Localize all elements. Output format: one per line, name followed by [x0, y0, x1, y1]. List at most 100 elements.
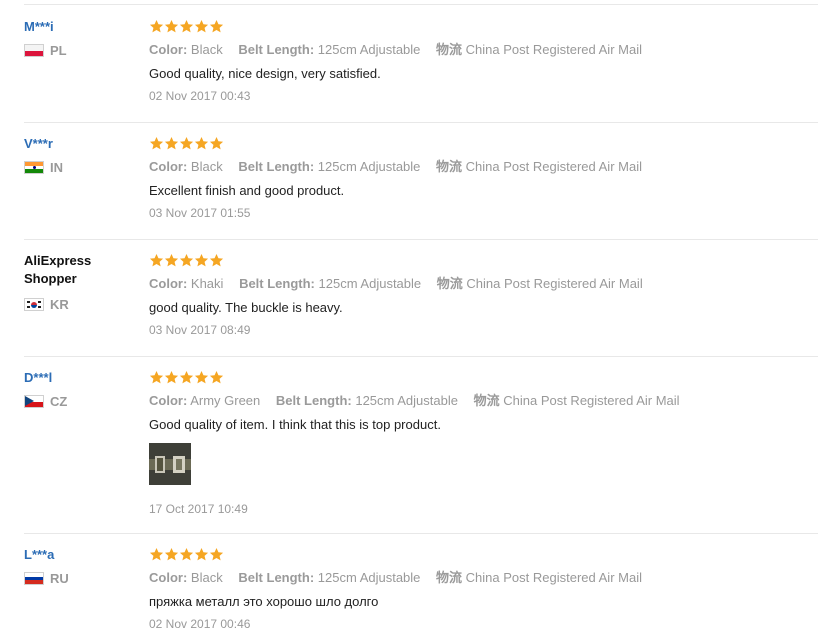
belt-length-value: 125cm Adjustable — [317, 570, 421, 585]
country-code: CZ — [50, 394, 68, 409]
color-value: Black — [190, 159, 223, 174]
flag-kr-icon — [24, 298, 44, 311]
reviewer-country: IN — [24, 160, 134, 175]
color-label: Color: — [149, 42, 188, 57]
order-info: Color: Black Belt Length: 125cm Adjustab… — [149, 158, 809, 175]
star-icon — [179, 19, 194, 33]
star-icon — [179, 547, 194, 561]
belt-length-value: 125cm Adjustable — [318, 276, 422, 291]
review-date: 17 Oct 2017 10:49 — [149, 502, 248, 516]
order-info: Color: Khaki Belt Length: 125cm Adjustab… — [149, 275, 809, 292]
belt-length-label: Belt Length: — [238, 570, 315, 585]
review-text: пряжка металл это хорошо шло долго — [149, 594, 379, 609]
reviewer-country: RU — [24, 571, 134, 586]
review-photo-thumbnail[interactable] — [149, 443, 191, 485]
belt-length-label: Belt Length: — [238, 159, 315, 174]
reviewer-info: L***a RU — [24, 547, 134, 586]
star-icon — [209, 253, 224, 267]
star-icon — [164, 370, 179, 384]
review-content: Color: Black Belt Length: 125cm Adjustab… — [149, 19, 809, 104]
reviewer-info: M***i PL — [24, 19, 134, 58]
star-icon — [194, 253, 209, 267]
star-icon — [179, 253, 194, 267]
shipping-value: China Post Registered Air Mail — [503, 393, 680, 408]
flag-cz-icon — [24, 395, 44, 408]
review-text: Excellent finish and good product. — [149, 183, 345, 198]
country-code: IN — [50, 160, 63, 175]
star-icon — [164, 19, 179, 33]
reviewer-country: PL — [24, 43, 134, 58]
flag-in-icon — [24, 161, 44, 174]
divider — [24, 533, 818, 534]
color-value: Black — [190, 42, 223, 57]
reviewer-name[interactable]: M***i — [24, 19, 134, 35]
star-icon — [149, 370, 164, 384]
divider — [24, 122, 818, 123]
belt-photo-image — [149, 443, 191, 485]
star-rating — [149, 19, 809, 35]
reviewer-name-line-1: AliExpress — [24, 253, 92, 268]
country-code: PL — [50, 43, 67, 58]
shipping-label: 物流 — [436, 42, 463, 57]
belt-length-value: 125cm Adjustable — [317, 159, 421, 174]
shipping-label: 物流 — [436, 276, 463, 291]
star-icon — [194, 370, 209, 384]
shipping-label: 物流 — [436, 159, 463, 174]
shipping-label: 物流 — [473, 393, 500, 408]
review-text: good quality. The buckle is heavy. — [149, 300, 343, 315]
star-rating — [149, 547, 809, 563]
review-content: Color: Khaki Belt Length: 125cm Adjustab… — [149, 253, 809, 338]
shipping-value: China Post Registered Air Mail — [466, 276, 643, 291]
divider — [24, 239, 818, 240]
review-list: M***i PL Color: Black Belt Length: 125cm… — [0, 0, 818, 644]
star-icon — [209, 19, 224, 33]
color-value: Khaki — [190, 276, 224, 291]
reviewer-country: KR — [24, 297, 134, 312]
review-date: 03 Nov 2017 01:55 — [149, 206, 251, 220]
star-icon — [194, 19, 209, 33]
star-icon — [149, 253, 164, 267]
reviewer-name[interactable]: D***l — [24, 370, 134, 386]
color-value: Army Green — [190, 393, 261, 408]
flag-ru-icon — [24, 572, 44, 585]
reviewer-info: AliExpress Shopper KR — [24, 253, 134, 312]
star-icon — [149, 547, 164, 561]
country-code: RU — [50, 571, 69, 586]
star-icon — [164, 253, 179, 267]
star-rating — [149, 136, 809, 152]
review-text: Good quality, nice design, very satisfie… — [149, 66, 381, 81]
review-date: 03 Nov 2017 08:49 — [149, 323, 251, 337]
star-icon — [164, 547, 179, 561]
review-content: Color: Black Belt Length: 125cm Adjustab… — [149, 547, 809, 632]
divider — [24, 4, 818, 5]
review-date: 02 Nov 2017 00:46 — [149, 617, 251, 631]
reviewer-info: D***l CZ — [24, 370, 134, 409]
star-icon — [194, 547, 209, 561]
review-text: Good quality of item. I think that this … — [149, 417, 441, 432]
star-icon — [164, 136, 179, 150]
star-rating — [149, 370, 809, 386]
color-value: Black — [190, 570, 223, 585]
star-icon — [209, 136, 224, 150]
order-info: Color: Army Green Belt Length: 125cm Adj… — [149, 392, 809, 409]
star-icon — [149, 136, 164, 150]
country-code: KR — [50, 297, 69, 312]
shipping-value: China Post Registered Air Mail — [465, 159, 642, 174]
star-icon — [209, 547, 224, 561]
star-icon — [194, 136, 209, 150]
star-icon — [209, 370, 224, 384]
order-info: Color: Black Belt Length: 125cm Adjustab… — [149, 569, 809, 586]
reviewer-name-line-2: Shopper — [24, 271, 77, 286]
shipping-value: China Post Registered Air Mail — [465, 570, 642, 585]
shipping-label: 物流 — [436, 570, 463, 585]
belt-length-value: 125cm Adjustable — [355, 393, 458, 408]
belt-length-label: Belt Length: — [239, 276, 315, 291]
reviewer-name[interactable]: L***a — [24, 547, 134, 563]
order-info: Color: Black Belt Length: 125cm Adjustab… — [149, 41, 809, 58]
belt-length-label: Belt Length: — [238, 42, 315, 57]
belt-length-label: Belt Length: — [275, 393, 352, 408]
color-label: Color: — [149, 159, 188, 174]
reviewer-name[interactable]: V***r — [24, 136, 134, 152]
reviewer-country: CZ — [24, 394, 134, 409]
star-icon — [179, 136, 194, 150]
